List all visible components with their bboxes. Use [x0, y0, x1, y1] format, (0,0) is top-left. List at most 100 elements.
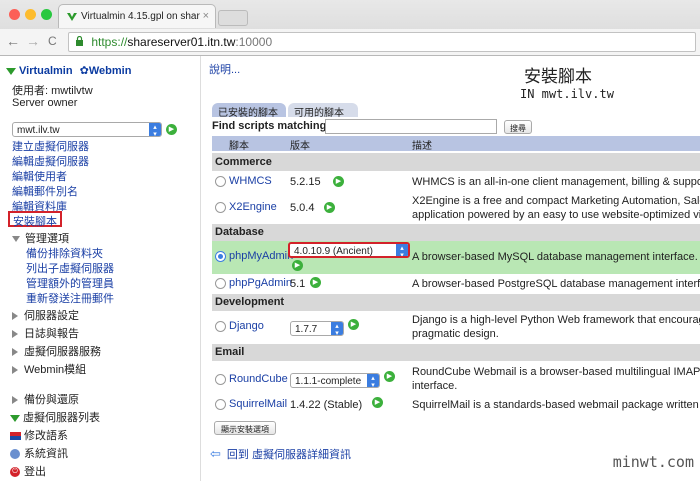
description-django-line1: Django is a high-level Python Web framew…: [412, 314, 700, 326]
script-name-phppgadmin[interactable]: phpPgAdmin: [229, 277, 292, 289]
table-row: X2Engine 5.0.4 ▶ X2Engine is a free and …: [212, 192, 700, 224]
sidebar-link-label: 修改語系: [24, 430, 68, 442]
script-name-phpmyadmin[interactable]: phpMyAdmin: [229, 250, 293, 262]
select-x2engine-radio[interactable]: [215, 202, 226, 213]
category-database: Database: [212, 224, 700, 241]
version-go-icon[interactable]: ▶: [324, 202, 335, 213]
left-sidebar: Virtualmin ✿Webmin 使用者: mwtilvtw Server …: [0, 56, 201, 481]
description-phppgadmin: A browser-based PostgreSQL database mana…: [412, 278, 700, 290]
webmin-tab[interactable]: Webmin: [89, 65, 132, 77]
show-install-options-button[interactable]: 顯示安裝選項: [214, 421, 276, 435]
section-server-settings[interactable]: 伺服器設定: [12, 307, 79, 323]
address-bar[interactable]: https://shareserver01.itn.tw:10000: [68, 32, 696, 52]
virtualmin-tab[interactable]: Virtualmin: [19, 65, 73, 77]
table-row: phpPgAdmin 5.1 ▶ A browser-based Postgre…: [212, 275, 700, 293]
version-go-icon[interactable]: ▶: [310, 277, 321, 288]
version-go-icon[interactable]: ▶: [348, 319, 359, 330]
section-logs-reports[interactable]: 日誌與報告: [12, 325, 79, 341]
table-header: 腳本 版本 描述: [212, 136, 700, 152]
domain-select[interactable]: mwt.ilv.tw ▴ ▾: [12, 122, 162, 137]
script-name-roundcube[interactable]: RoundCube: [229, 373, 288, 385]
script-name-django[interactable]: Django: [229, 320, 264, 332]
maximize-window-icon[interactable]: [41, 9, 52, 20]
tab-installed-scripts[interactable]: 已安裝的腳本: [212, 103, 286, 119]
section-server-services[interactable]: 虛擬伺服器服務: [12, 343, 101, 359]
close-window-icon[interactable]: [9, 9, 20, 20]
sidebar-link-system-info[interactable]: 系統資訊: [10, 445, 68, 461]
section-label: 備份與還原: [24, 394, 79, 406]
url-scheme: https://: [91, 35, 128, 49]
sidebar-link-create-server[interactable]: 建立虛擬伺服器: [12, 138, 89, 154]
select-phpmyadmin-radio[interactable]: [215, 251, 226, 262]
search-button[interactable]: 搜尋: [504, 120, 532, 134]
manage-options-label: 管理選項: [25, 233, 69, 245]
back-button[interactable]: ←: [6, 33, 20, 49]
select-squirrelmail-radio[interactable]: [215, 399, 226, 410]
script-name-squirrelmail[interactable]: SquirrelMail: [229, 398, 287, 410]
user-info: 使用者: mwtilvtw: [12, 85, 93, 97]
section-webmin-modules[interactable]: Webmin模組: [12, 361, 86, 377]
category-commerce: Commerce: [212, 153, 700, 171]
version-phppgadmin: 5.1: [290, 278, 306, 290]
select-roundcube-radio[interactable]: [215, 374, 226, 385]
version-go-icon[interactable]: ▶: [292, 260, 303, 271]
sidebar-link-edit-users[interactable]: 編輯使用者: [12, 168, 67, 184]
table-row-selected: phpMyAdmin 4.0.10.9 (Ancient) ▴ ▾ ▶ A bro…: [212, 241, 700, 274]
collapsed-icon: [12, 396, 18, 405]
section-label: 日誌與報告: [24, 328, 79, 340]
browser-tab[interactable]: Virtualmin 4.15.gpl on shar ×: [58, 4, 216, 28]
sidebar-link-list-subservers[interactable]: 列出子虛擬伺服器: [26, 260, 114, 276]
collapsed-icon: [12, 366, 18, 375]
help-link[interactable]: 說明...: [209, 61, 240, 77]
select-phppgadmin-radio[interactable]: [215, 278, 226, 289]
version-go-icon[interactable]: ▶: [384, 371, 395, 382]
role-info: Server owner: [12, 97, 78, 109]
sidebar-link-edit-server[interactable]: 編輯虛擬伺服器: [12, 153, 89, 169]
sidebar-link-resend-signup[interactable]: 重新發送注冊郵件: [26, 290, 114, 306]
tab-close-icon[interactable]: ×: [203, 10, 209, 22]
select-django-radio[interactable]: [215, 321, 226, 332]
version-go-icon[interactable]: ▶: [333, 176, 344, 187]
version-whmcs: 5.2.15: [290, 176, 321, 188]
manage-options-header[interactable]: 管理選項: [12, 230, 69, 246]
sidebar-link-install-scripts[interactable]: 安裝腳本: [8, 211, 62, 228]
version-select-django[interactable]: 1.7.7 ▴ ▾: [290, 321, 344, 336]
version-go-icon[interactable]: ▶: [372, 397, 383, 408]
sidebar-link-backup-exclusions[interactable]: 備份排除資料夾: [26, 245, 103, 261]
find-scripts-label: Find scripts matching:: [212, 120, 330, 132]
minimize-window-icon[interactable]: [25, 9, 36, 20]
reload-button[interactable]: C: [48, 34, 57, 48]
column-header-version: 版本: [290, 141, 310, 152]
sidebar-link-extra-admins[interactable]: 管理額外的管理員: [26, 275, 114, 291]
section-label: 虛擬伺服器服務: [24, 346, 101, 358]
tab-available-scripts[interactable]: 可用的腳本: [288, 103, 358, 119]
chevron-updown-icon: ▴ ▾: [396, 244, 408, 256]
new-tab-button[interactable]: [218, 10, 248, 26]
sidebar-link-server-list[interactable]: 虛擬伺服器列表: [10, 409, 100, 425]
script-name-whmcs[interactable]: WHMCS: [229, 175, 272, 187]
back-to-server-details-link[interactable]: ⇦ 回到 虛擬伺服器詳細資訊: [210, 446, 351, 462]
version-select-value: 1.1.1-complete: [295, 376, 362, 387]
sidebar-link-edit-mail-aliases[interactable]: 編輯郵件別名: [12, 183, 78, 199]
webmin-logo-icon: ✿: [79, 65, 89, 77]
main-content: 說明... 安裝腳本 IN mwt.ilv.tw 已安裝的腳本 可用的腳本 Fi…: [202, 56, 700, 481]
tab-title: Virtualmin 4.15.gpl on shar: [81, 11, 200, 22]
version-select-roundcube[interactable]: 1.1.1-complete ▴ ▾: [290, 373, 380, 388]
table-row: RoundCube 1.1.1-complete ▴ ▾ ▶ RoundCube …: [212, 361, 700, 393]
go-button[interactable]: ▶: [166, 124, 177, 135]
find-scripts-input[interactable]: [325, 119, 497, 134]
chevron-updown-icon: ▴ ▾: [367, 374, 379, 387]
description-roundcube-line2: interface.: [412, 380, 458, 392]
sidebar-link-change-language[interactable]: 修改語系: [10, 427, 68, 443]
category-email: Email: [212, 344, 700, 361]
select-whmcs-radio[interactable]: [215, 176, 226, 187]
sidebar-link-logout[interactable]: ⏻ 登出: [10, 463, 46, 479]
script-name-x2engine[interactable]: X2Engine: [229, 201, 277, 213]
section-backup-restore[interactable]: 備份與還原: [12, 391, 79, 407]
sidebar-link-label: 登出: [24, 466, 46, 478]
version-squirrelmail: 1.4.22 (Stable): [290, 399, 363, 411]
collapsed-icon: [12, 330, 18, 339]
forward-button[interactable]: →: [26, 33, 40, 49]
column-header-description: 描述: [412, 141, 432, 152]
version-select-phpmyadmin[interactable]: 4.0.10.9 (Ancient) ▴ ▾: [288, 242, 410, 258]
